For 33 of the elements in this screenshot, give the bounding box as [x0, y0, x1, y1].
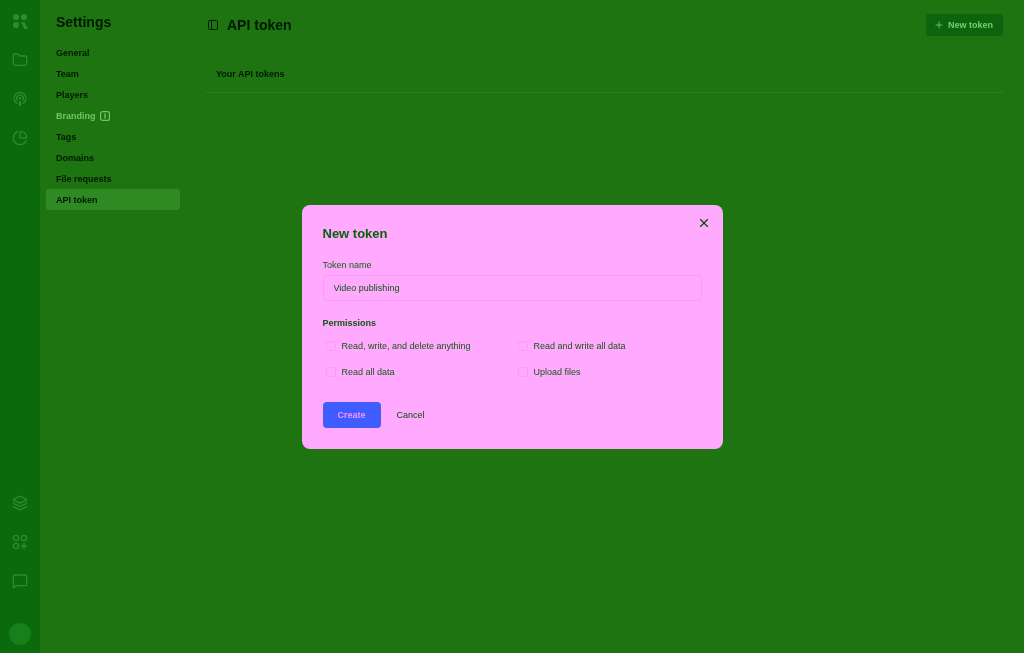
cancel-button[interactable]: Cancel	[396, 409, 425, 420]
field-label: Token name	[322, 258, 372, 271]
apps-icon[interactable]	[12, 534, 28, 550]
dialog-title: New token	[322, 225, 388, 242]
create-button[interactable]: Create	[322, 401, 381, 428]
logo-icon[interactable]	[12, 13, 28, 29]
chat-icon[interactable]	[11, 572, 29, 590]
sidebar-item[interactable]: Branding	[46, 105, 180, 126]
page-title: API token	[227, 17, 292, 33]
sidebar-item-label: Branding	[56, 110, 96, 121]
section-heading: Your API tokens	[216, 68, 285, 80]
sidebar-item[interactable]: Team	[46, 63, 180, 84]
sidebar-item[interactable]: Players	[46, 84, 180, 105]
plus-icon	[934, 20, 944, 30]
sidebar-item[interactable]: API token	[46, 189, 180, 210]
sidebar-item[interactable]: File requests	[46, 168, 180, 189]
sidebar-item[interactable]: Tags	[46, 126, 180, 147]
checkbox-label: Read, write, and delete anything	[341, 340, 471, 351]
sidebar-title: Settings	[56, 13, 112, 31]
layers-icon[interactable]	[11, 494, 29, 512]
podcast-icon[interactable]	[11, 90, 29, 108]
checkbox-label: Read and write all data	[533, 340, 626, 351]
new-token-button[interactable]: New token	[926, 14, 1003, 36]
info-badge-icon	[99, 110, 110, 121]
pie-chart-icon[interactable]	[11, 129, 29, 147]
checkbox-label: Read all data	[341, 366, 395, 377]
token-name-input[interactable]: Video publishing	[322, 274, 702, 301]
sidebar-item[interactable]: Domains	[46, 147, 180, 168]
folder-icon[interactable]	[11, 51, 29, 69]
sidebar-item[interactable]: General	[46, 42, 180, 63]
checkbox-label: Upload files	[533, 366, 581, 377]
permissions-label: Permissions	[322, 316, 377, 329]
sidebar-toggle-icon[interactable]	[207, 19, 219, 31]
